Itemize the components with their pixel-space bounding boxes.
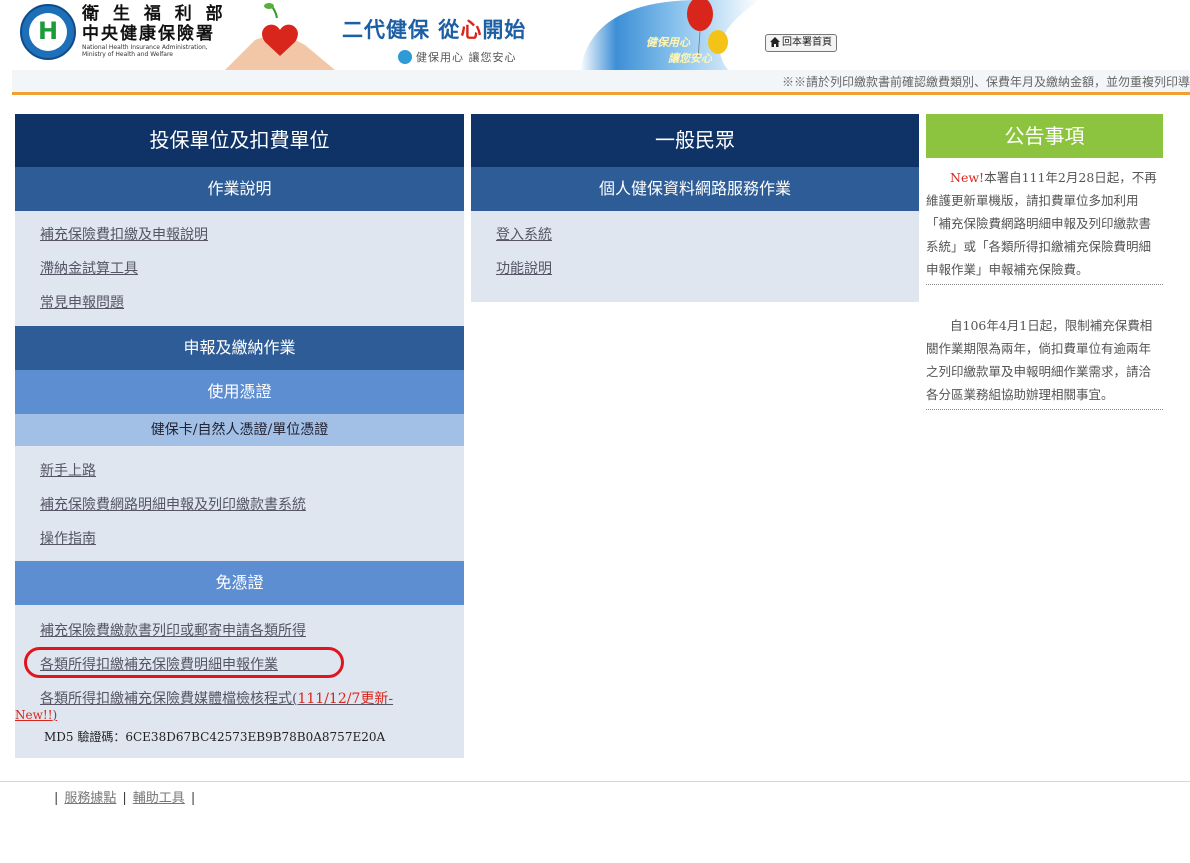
agency-english-line1: National Health Insurance Administration… xyxy=(82,44,208,51)
link-getting-started[interactable]: 新手上路 xyxy=(40,460,96,480)
link-supplementary-premium-guide[interactable]: 補充保險費扣繳及申報說明 xyxy=(40,224,208,244)
sub-slogan: 健保用心 讓您安心 xyxy=(398,46,517,65)
section-personal-data-service: 個人健保資料網路服務作業 xyxy=(471,167,919,211)
footer-link-service-locations[interactable]: 服務據點 xyxy=(64,791,116,806)
agency-name: 衛 生 福 利 部 中央健康保險署 National Health Insura… xyxy=(82,4,232,58)
home-button[interactable]: 回本署首頁 xyxy=(765,34,837,52)
link-payment-slip-print-mail[interactable]: 補充保險費繳款書列印或郵寄申請各類所得 xyxy=(40,620,306,640)
notice-marquee: ※※請於列印繳款書前確認繳費類別、保費年月及繳納金額，並勿重複列印導 xyxy=(12,70,1190,95)
notice-marquee-text: ※※請於列印繳款書前確認繳費類別、保費年月及繳納金額，並勿重複列印導 xyxy=(781,75,1190,89)
announcement-panel: 公告事項 New!本署自111年2月28日起，不再維護更新單機版，請扣費單位多加… xyxy=(926,114,1163,410)
red-highlight-circle xyxy=(24,647,344,678)
announcement-title: 公告事項 xyxy=(926,114,1163,158)
slogan: 二代健保 從心開始 xyxy=(342,17,527,42)
media-file-checker-link[interactable]: 各類所得扣繳補充保險費媒體檔檢核程式(111/12/7更新- New!!) xyxy=(15,688,464,726)
section-instructions: 作業說明 xyxy=(15,167,464,211)
certificate-types: 健保卡/自然人憑證/單位憑證 xyxy=(15,414,464,446)
employer-panel-title: 投保單位及扣費單位 xyxy=(15,114,464,167)
md5-checksum: MD5 驗證碼：6CE38D67BC42573EB9B78B0A8757E20A xyxy=(44,730,386,744)
link-faq[interactable]: 常見申報問題 xyxy=(40,292,124,312)
section-filing-payment: 申報及繳納作業 xyxy=(15,326,464,370)
public-panel: 一般民眾 個人健保資料網路服務作業 登入系統 功能說明 xyxy=(471,114,919,302)
agency-name-line1: 衛 生 福 利 部 xyxy=(82,4,227,24)
home-icon xyxy=(770,37,780,47)
balloon-banner-icon xyxy=(580,0,760,72)
banner-caption-1: 健保用心 xyxy=(646,36,690,49)
agency-english-line2: Ministry of Health and Welfare xyxy=(82,51,173,58)
new-badge: New! xyxy=(950,170,985,185)
heart-in-hand-icon xyxy=(225,3,335,70)
link-online-filing-system[interactable]: 補充保險費網路明細申報及列印繳款書系統 xyxy=(40,494,306,514)
care-logo-icon xyxy=(398,49,412,64)
banner-caption-2: 讓您安心 xyxy=(668,52,712,65)
link-function-description[interactable]: 功能說明 xyxy=(496,258,552,278)
announcement-item: 自106年4月1日起，限制補充保費相關作業期限為兩年，倘扣費單位有逾兩年之列印繳… xyxy=(926,314,1163,410)
footer-link-accessibility-tools[interactable]: 輔助工具 xyxy=(133,791,185,806)
update-date-tag: 111/12/7更新- xyxy=(297,691,394,707)
employer-panel: 投保單位及扣費單位 作業說明 補充保險費扣繳及申報說明 滯納金試算工具 常見申報… xyxy=(15,114,464,758)
section-with-certificate: 使用憑證 xyxy=(15,370,464,414)
link-login-system[interactable]: 登入系統 xyxy=(496,224,552,244)
section-no-certificate: 免憑證 xyxy=(15,561,464,605)
link-operation-guide[interactable]: 操作指南 xyxy=(40,528,96,548)
agency-name-line2: 中央健康保險署 xyxy=(82,24,215,44)
new-tag: New!! xyxy=(15,708,53,722)
footer-links: | 服務據點 | 輔助工具 | xyxy=(54,791,196,806)
site-header: H 衛 生 福 利 部 中央健康保險署 National Health Insu… xyxy=(0,0,1190,72)
announcement-item: New!本署自111年2月28日起，不再維護更新單機版，請扣費單位多加利用「補充… xyxy=(926,166,1163,285)
nhi-logo-icon: H xyxy=(20,4,76,60)
footer-divider xyxy=(0,781,1190,782)
link-late-fee-calculator[interactable]: 滯納金試算工具 xyxy=(40,258,138,278)
public-panel-title: 一般民眾 xyxy=(471,114,919,167)
